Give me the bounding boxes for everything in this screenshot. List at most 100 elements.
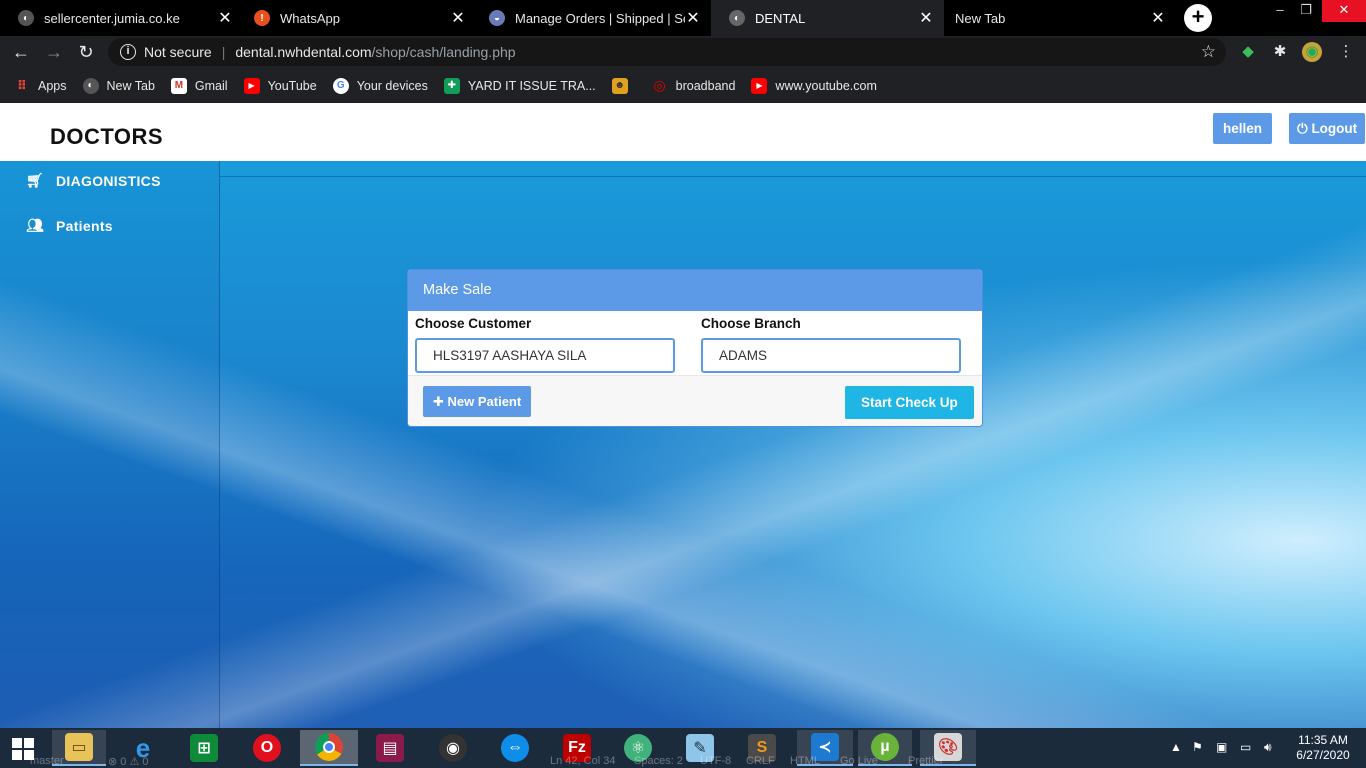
close-tab-icon[interactable]: ✕ — [1150, 8, 1166, 28]
logout-button[interactable]: ⏻ Logout — [1289, 113, 1366, 144]
seller-icon: ◒ — [489, 10, 505, 26]
info-icon[interactable]: i — [120, 44, 136, 60]
bookmark-youtube[interactable]: ▶ YouTube — [243, 77, 317, 94]
omnibox-divider: | — [221, 44, 226, 60]
tab-label: New Tab — [955, 10, 1006, 26]
reload-icon[interactable]: ↻ — [74, 40, 98, 64]
sidebar-item-diagonistics[interactable]: 🛒︎ DIAGONISTICS — [26, 172, 161, 189]
volume-icon[interactable]: 🔊︎ — [1264, 740, 1272, 755]
security-tray-icon[interactable]: ▣ — [1216, 740, 1227, 754]
youtube-icon: ▶ — [243, 77, 260, 94]
customer-label: Choose Customer — [415, 316, 532, 331]
network-icon[interactable]: ▭ — [1240, 740, 1251, 754]
status-eol: CRLF — [746, 756, 775, 767]
content-divider — [220, 176, 1366, 177]
show-hidden-icons[interactable]: ▲ — [1170, 740, 1182, 754]
new-patient-label: New Patient — [447, 394, 522, 409]
url-host: dental.nwhdental.com — [235, 44, 372, 60]
security-label: Not secure — [144, 44, 212, 60]
close-tab-icon[interactable]: ✕ — [217, 8, 233, 28]
extension-icon[interactable]: ◆ — [1238, 42, 1258, 62]
apps-grid-icon: ⠿ — [16, 77, 28, 93]
tab-new-tab[interactable]: New Tab ✕ — [944, 0, 1176, 36]
bookmark-image[interactable]: ☻ — [611, 77, 636, 94]
address-bar[interactable]: i Not secure | dental.nwhdental.com/shop… — [108, 38, 1226, 66]
clock-time: 11:35 AM — [1298, 733, 1348, 747]
browser-toolbar: ← → ↻ i Not secure | dental.nwhdental.co… — [0, 36, 1366, 68]
browser-tab-bar: ◐ sellercenter.jumia.co.ke ✕ ! WhatsApp … — [0, 0, 1366, 36]
cart-icon: 🛒︎ — [26, 172, 45, 188]
bookmark-label: YARD IT ISSUE TRA... — [467, 78, 596, 93]
bookmark-label: Your devices — [356, 78, 428, 93]
bookmark-label: New Tab — [106, 78, 155, 93]
airtel-icon: ◎ — [653, 77, 666, 93]
plus-icon: ✚ — [433, 394, 448, 409]
sheet-icon: ✚ — [443, 77, 460, 94]
close-tab-icon[interactable]: ✕ — [450, 8, 466, 28]
power-icon: ⏻ — [1297, 121, 1312, 136]
forward-icon[interactable]: → — [42, 40, 66, 64]
bookmark-label: Apps — [38, 78, 67, 93]
close-tab-icon[interactable]: ✕ — [918, 8, 934, 28]
status-position: Ln 42, Col 34 — [550, 756, 616, 767]
sidebar-item-patients[interactable]: 👥︎ Patients — [26, 217, 113, 234]
bookmark-image-icon: ☻ — [611, 77, 628, 94]
youtube-icon: ▶ — [751, 77, 768, 94]
customer-select[interactable]: HLS3197 AASHAYA SILA — [415, 338, 675, 373]
users-icon: 👥︎ — [26, 217, 45, 233]
bookmarks-bar: ⠿ Apps ◐ New Tab M Gmail ▶ YouTube G You… — [0, 68, 1366, 103]
bookmark-label: broadband — [675, 78, 736, 93]
tab-sellercenter[interactable]: ◐ sellercenter.jumia.co.ke ✕ — [0, 0, 243, 36]
sidebar-item-label: Patients — [56, 217, 113, 234]
tab-whatsapp[interactable]: ! WhatsApp ✕ — [236, 0, 476, 36]
globe-icon: ◐ — [729, 10, 745, 26]
puzzle-icon[interactable]: ✱ — [1270, 42, 1290, 62]
bookmark-gmail[interactable]: M Gmail — [170, 77, 228, 94]
bookmark-broadband[interactable]: ◎ broadband — [652, 77, 736, 94]
logout-label: Logout — [1311, 121, 1358, 136]
bookmark-your-devices[interactable]: G Your devices — [332, 77, 428, 94]
url-path: /shop/cash/landing.php — [371, 44, 516, 60]
bookmark-new-tab[interactable]: ◐ New Tab — [82, 77, 155, 94]
new-tab-button[interactable]: + — [1184, 4, 1212, 32]
back-icon[interactable]: ← — [9, 40, 33, 64]
sidebar: 🛒︎ DIAGONISTICS 👥︎ Patients — [0, 161, 220, 728]
bookmark-label: Gmail — [194, 78, 228, 93]
panel-title: Make Sale — [408, 270, 982, 311]
make-sale-panel: Make Sale Choose Customer HLS3197 AASHAY… — [407, 269, 983, 427]
whatsapp-icon: ! — [254, 10, 270, 26]
bookmark-star-icon[interactable]: ☆ — [1201, 42, 1216, 62]
action-flag-icon[interactable]: ⚑ — [1192, 740, 1203, 754]
bookmark-apps[interactable]: ⠿ Apps — [14, 78, 67, 94]
globe-icon: ◐ — [82, 77, 99, 94]
status-branch: master — [30, 756, 64, 767]
bookmark-label: www.youtube.com — [775, 78, 877, 93]
app-header: DOCTORS hellen ⏻ Logout — [0, 103, 1366, 161]
branch-select[interactable]: ADAMS — [701, 338, 961, 373]
new-patient-button[interactable]: ✚ New Patient — [423, 386, 532, 417]
panel-footer: ✚ New Patient Start Check Up — [408, 375, 982, 426]
status-go-live: Go Live — [840, 756, 878, 767]
menu-kebab-icon[interactable]: ⋮ — [1336, 42, 1356, 62]
tab-label: Manage Orders | Shipped | Selle — [515, 10, 685, 26]
globe-icon: ◐ — [18, 10, 34, 26]
tab-dental[interactable]: ◐ DENTAL ✕ — [711, 0, 944, 36]
bookmark-yard-it-issue[interactable]: ✚ YARD IT ISSUE TRA... — [443, 77, 596, 94]
tab-label: DENTAL — [755, 10, 806, 26]
branch-label: Choose Branch — [701, 316, 801, 331]
restore-button[interactable]: ❐ — [1288, 0, 1324, 22]
close-window-button[interactable]: ✕ — [1322, 0, 1366, 22]
bookmark-label: YouTube — [267, 78, 317, 93]
status-prettier: Prettier — [908, 756, 944, 767]
sidebar-item-label: DIAGONISTICS — [56, 172, 161, 189]
close-tab-icon[interactable]: ✕ — [685, 8, 701, 28]
profile-avatar-icon[interactable]: ◉ — [1302, 42, 1322, 62]
bookmark-youtube-com[interactable]: ▶ www.youtube.com — [751, 77, 877, 94]
tab-label: sellercenter.jumia.co.ke — [44, 10, 180, 26]
status-language: HTML — [790, 756, 820, 767]
user-button[interactable]: hellen — [1213, 113, 1273, 144]
editor-status-ghost: master ⊗ 0 ⚠ 0 Ln 42, Col 34 Spaces: 2 U… — [0, 756, 1366, 768]
status-problems: ⊗ 0 ⚠ 0 — [108, 756, 149, 768]
tab-manage-orders[interactable]: ◒ Manage Orders | Shipped | Selle ✕ — [471, 0, 711, 36]
start-checkup-button[interactable]: Start Check Up — [845, 386, 974, 419]
